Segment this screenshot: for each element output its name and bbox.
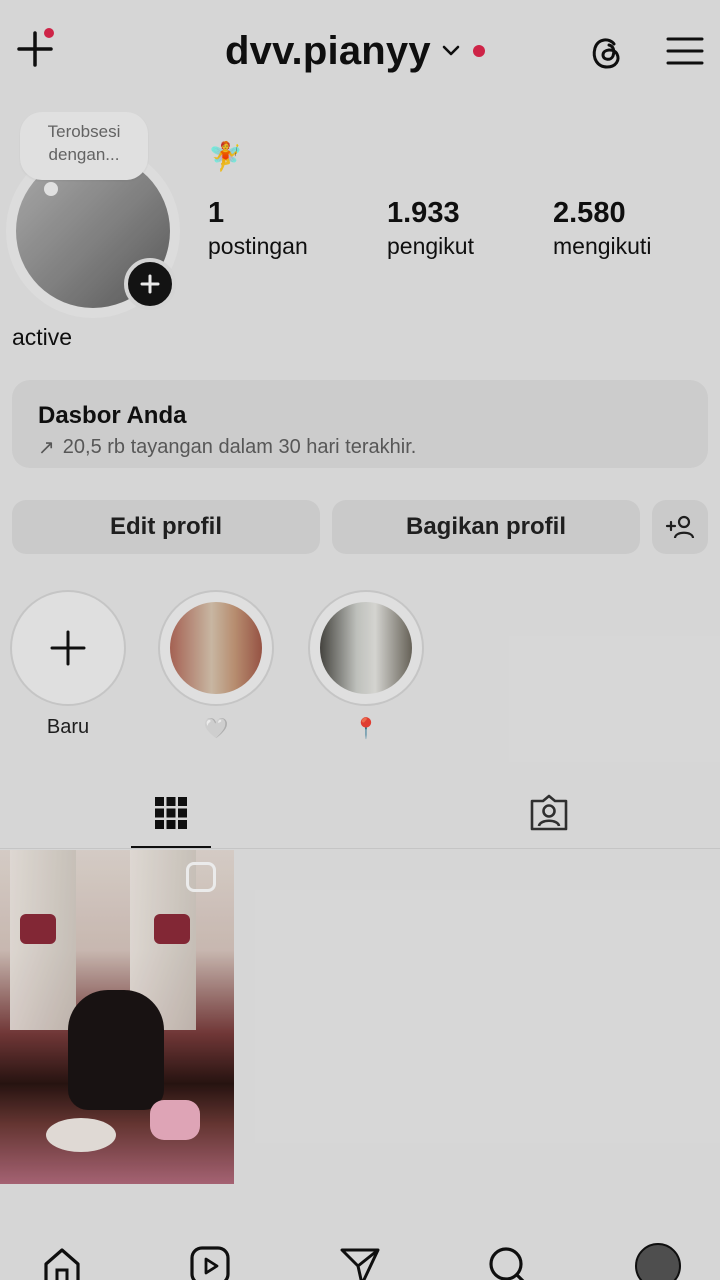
following-label: mengikuti [553, 233, 652, 259]
chevron-down-icon [442, 45, 460, 56]
multiple-photos-icon [186, 862, 216, 892]
highlight-label: Baru [46, 716, 90, 738]
post-image-detail [46, 1118, 116, 1152]
dashboard-title: Dasbor Anda [38, 402, 187, 429]
grid-icon [155, 797, 187, 829]
dashboard-views-text: 20,5 rb tayangan dalam 30 hari terakhir. [62, 436, 417, 458]
threads-icon [592, 38, 620, 69]
post-image-detail [68, 990, 164, 1110]
profile-avatar [635, 1243, 681, 1280]
followers-label: pengikut [387, 233, 474, 259]
highlight-label: 🤍 [203, 718, 229, 740]
send-icon [340, 1248, 380, 1280]
profile-screen: dvv.pianyy Terobsesi dengan... 🧚 1 posti… [0, 0, 720, 1280]
tab-tagged[interactable] [509, 780, 589, 846]
professional-dashboard[interactable]: Dasbor Anda ↗ 20,5 rb tayangan dalam 30 … [12, 380, 708, 468]
top-bar: dvv.pianyy [0, 0, 720, 100]
highlight-new[interactable]: Baru [8, 590, 128, 744]
post-image-detail [154, 914, 190, 944]
nav-profile[interactable] [634, 1242, 682, 1280]
nav-home[interactable] [38, 1242, 86, 1280]
fairy-emoji: 🧚 [208, 141, 243, 172]
highlight-circle [308, 590, 424, 706]
post-image-detail [150, 1100, 200, 1140]
posts-count: 1 [208, 197, 225, 229]
nav-messages[interactable] [336, 1242, 384, 1280]
highlight-item[interactable]: 🤍 [156, 590, 276, 744]
notification-dot [472, 45, 485, 57]
tagged-icon [530, 794, 568, 831]
posts-stat[interactable]: 1 postingan [208, 196, 308, 262]
post-image-detail [20, 914, 56, 944]
highlight-image [320, 602, 412, 694]
note-bubble-tail [44, 182, 58, 196]
note-bubble[interactable]: Terobsesi dengan... [20, 112, 148, 180]
home-icon [44, 1248, 80, 1280]
threads-button[interactable] [584, 30, 628, 74]
share-profile-button[interactable]: Bagikan profil [332, 500, 640, 554]
nav-search[interactable] [484, 1242, 532, 1280]
highlight-image [170, 602, 262, 694]
search-icon [489, 1247, 525, 1280]
discover-people-button[interactable] [652, 500, 708, 554]
plus-icon [50, 630, 86, 666]
trend-arrow-icon: ↗ [38, 437, 55, 459]
reels-icon [190, 1246, 230, 1280]
tab-divider [0, 848, 720, 849]
post-thumbnail[interactable] [0, 850, 234, 1184]
bio-text: active [12, 324, 73, 350]
create-button[interactable] [12, 26, 58, 72]
account-switcher[interactable]: dvv.pianyy [225, 26, 485, 76]
menu-button[interactable] [664, 32, 706, 70]
highlight-circle [10, 590, 126, 706]
following-count: 2.580 [553, 197, 626, 229]
followers-stat[interactable]: 1.933 pengikut [387, 196, 474, 262]
edit-profile-button[interactable]: Edit profil [12, 500, 320, 554]
dashboard-subtitle: ↗ 20,5 rb tayangan dalam 30 hari terakhi… [38, 435, 416, 460]
nav-reels[interactable] [186, 1242, 234, 1280]
highlight-circle [158, 590, 274, 706]
highlight-label: 📍 [353, 718, 379, 740]
highlight-item[interactable]: 📍 [306, 590, 426, 744]
username: dvv.pianyy [225, 28, 431, 73]
notification-dot [44, 28, 54, 38]
tab-posts-grid[interactable] [131, 780, 211, 849]
posts-label: postingan [208, 233, 308, 259]
add-story-button[interactable] [124, 258, 176, 310]
followers-count: 1.933 [387, 197, 460, 229]
bottom-navigation [0, 1228, 720, 1280]
following-stat[interactable]: 2.580 mengikuti [553, 196, 651, 262]
add-person-icon [665, 515, 695, 539]
plus-icon [140, 274, 160, 294]
menu-icon [666, 37, 704, 65]
